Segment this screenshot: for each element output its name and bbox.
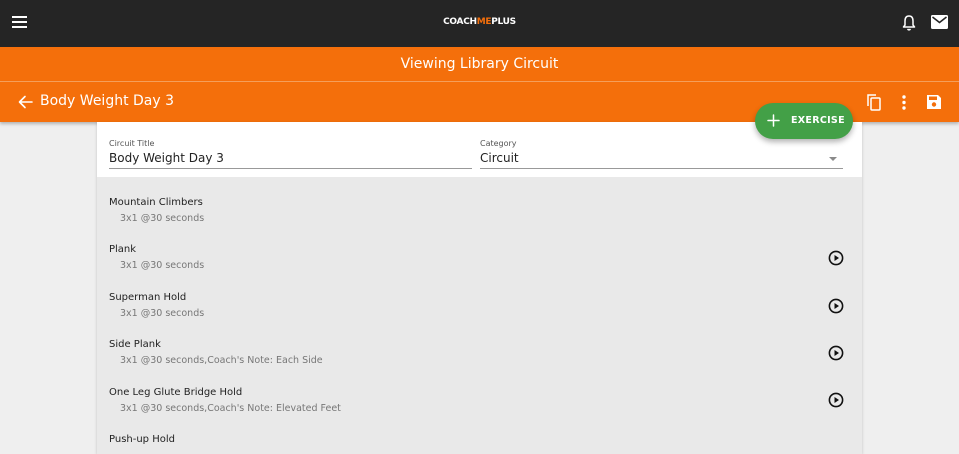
exercise-item[interactable]: Plank 3x1 @30 seconds: [109, 244, 849, 284]
exercise-name: Superman Hold: [109, 292, 187, 303]
viewing-banner: Viewing Library Circuit: [0, 47, 959, 82]
play-circle-icon[interactable]: [828, 392, 844, 408]
exercise-item[interactable]: Mountain Climbers 3x1 @30 seconds: [109, 197, 849, 237]
exercise-item[interactable]: One Leg Glute Bridge Hold 3x1 @30 second…: [109, 387, 849, 427]
add-exercise-button[interactable]: EXERCISE: [755, 103, 853, 139]
exercise-detail: 3x1 @30 seconds,Coach's Note: Elevated F…: [120, 403, 341, 414]
circuit-title-input[interactable]: Body Weight Day 3: [109, 151, 224, 165]
exercise-name: Side Plank: [109, 339, 161, 350]
circuit-card: Circuit Title Body Weight Day 3 Category…: [97, 122, 862, 454]
save-icon[interactable]: [926, 94, 942, 110]
exercise-detail: 3x1 @30 seconds,Coach's Note: Each Side: [120, 355, 323, 366]
category-label: Category: [480, 139, 517, 148]
arrow-left-icon[interactable]: [18, 95, 33, 109]
banner-text: Viewing Library Circuit: [400, 56, 559, 72]
exercise-detail: 3x1 @30 seconds: [120, 213, 205, 224]
exercise-name: One Leg Glute Bridge Hold: [109, 387, 243, 398]
category-select[interactable]: Circuit: [480, 151, 519, 165]
plus-icon: [767, 114, 780, 127]
page-title: Body Weight Day 3: [40, 93, 175, 109]
exercise-name: Plank: [109, 244, 137, 255]
exercise-name: Push-up Hold: [109, 434, 175, 445]
exercise-detail: 3x1 @30 seconds: [120, 260, 205, 271]
app-logo: COACHMEPLUS: [443, 17, 516, 27]
bell-icon[interactable]: [902, 14, 916, 32]
exercise-name: Mountain Climbers: [109, 197, 203, 208]
circuit-title-label: Circuit Title: [109, 139, 155, 148]
circuit-title-underline: [109, 168, 472, 169]
play-circle-icon[interactable]: [828, 298, 844, 314]
play-circle-icon[interactable]: [828, 345, 844, 361]
top-app-bar: COACHMEPLUS: [0, 0, 959, 47]
category-underline: [480, 168, 843, 169]
exercise-detail: 3x1 @30 seconds: [120, 308, 205, 319]
chevron-down-icon[interactable]: [829, 157, 837, 161]
add-exercise-label: EXERCISE: [791, 115, 845, 126]
mail-icon[interactable]: [931, 15, 948, 29]
more-vertical-icon[interactable]: [899, 94, 909, 111]
copy-icon[interactable]: [866, 94, 881, 111]
exercise-item[interactable]: Superman Hold 3x1 @30 seconds: [109, 292, 849, 332]
circuit-form: Circuit Title Body Weight Day 3 Category…: [97, 122, 862, 177]
play-circle-icon[interactable]: [828, 250, 844, 266]
exercise-item[interactable]: Push-up Hold: [109, 434, 849, 454]
exercise-item[interactable]: Side Plank 3x1 @30 seconds,Coach's Note:…: [109, 339, 849, 379]
